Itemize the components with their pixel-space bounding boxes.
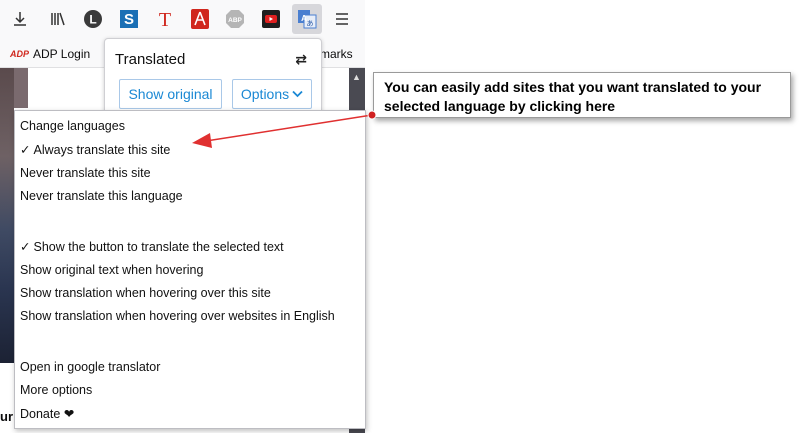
annotation-arrow: [192, 110, 377, 148]
arrow-anchor-dot-icon: [367, 110, 377, 120]
arrow-head-icon: [192, 133, 212, 148]
